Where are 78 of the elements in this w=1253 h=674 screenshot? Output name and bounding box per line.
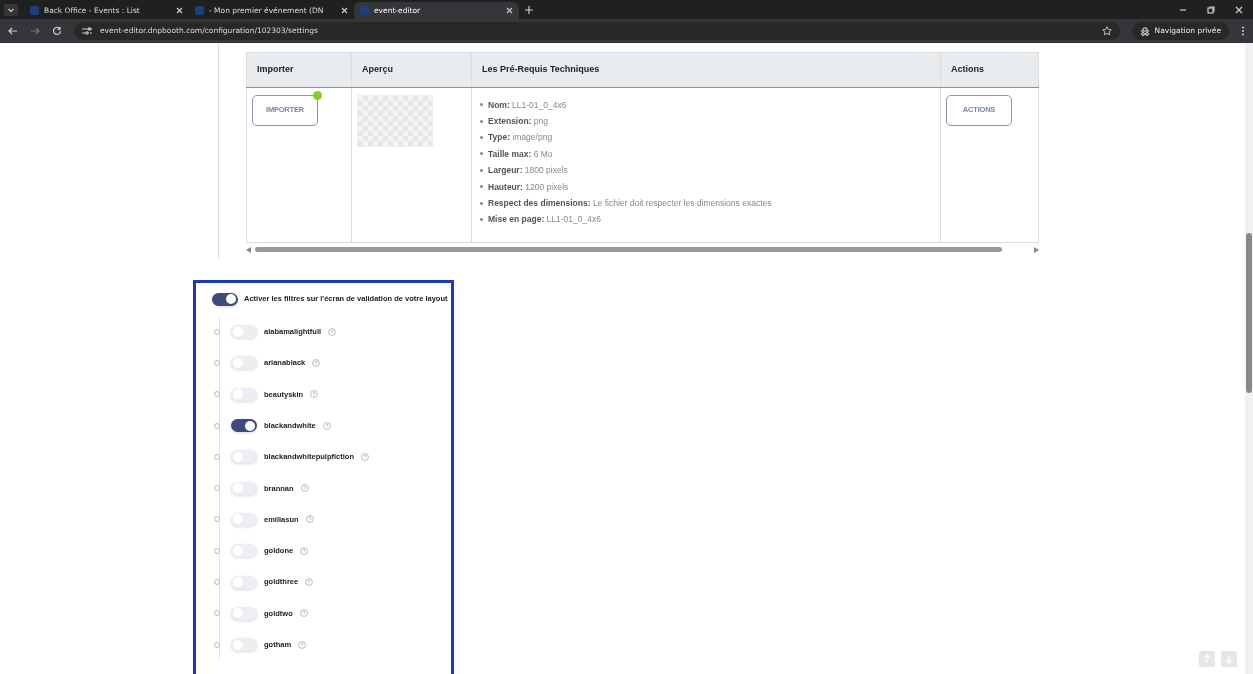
favicon-icon	[195, 6, 204, 15]
star-icon[interactable]	[1101, 26, 1112, 36]
bullet-icon	[480, 185, 483, 189]
restore-icon[interactable]	[1207, 5, 1215, 14]
requirement-item: Extension: png	[488, 114, 548, 128]
radio-circle[interactable]	[214, 328, 220, 335]
radio-circle[interactable]	[214, 641, 220, 648]
reload-icon[interactable]	[52, 26, 62, 36]
bullet-icon	[480, 218, 483, 222]
help-icon[interactable]	[299, 609, 308, 618]
requirement-item: Type: image/png	[488, 131, 553, 145]
incognito-icon	[1139, 26, 1150, 36]
bullet-icon	[480, 168, 483, 172]
menu-icon[interactable]	[1241, 26, 1245, 36]
help-icon[interactable]	[322, 421, 331, 430]
toggle-switch[interactable]	[231, 481, 257, 495]
toggle-switch[interactable]	[231, 387, 257, 401]
toggle-switch[interactable]	[231, 575, 257, 589]
requirement-item: Mise en page: LL1-01_0_4x6	[488, 213, 601, 227]
status-dot	[313, 90, 322, 100]
scroll-down-button[interactable]	[1221, 651, 1237, 667]
site-settings-icon[interactable]	[82, 27, 92, 35]
help-icon[interactable]	[305, 515, 314, 524]
column-header: Aperçu	[351, 52, 472, 87]
close-icon[interactable]	[341, 7, 348, 14]
requirement-item: Largeur: 1800 pixels	[488, 164, 568, 178]
radio-circle[interactable]	[214, 547, 220, 554]
help-icon[interactable]	[300, 546, 309, 555]
help-icon[interactable]	[298, 640, 307, 649]
favicon-icon	[360, 6, 369, 15]
bullet-icon	[480, 136, 483, 139]
radio-circle[interactable]	[214, 516, 220, 523]
scroll-up-button[interactable]	[1199, 651, 1215, 667]
radio-circle[interactable]	[214, 391, 220, 398]
radio-circle[interactable]	[214, 453, 220, 460]
help-icon[interactable]	[361, 452, 369, 461]
favicon-icon	[30, 6, 39, 15]
vertical-scrollbar[interactable]	[1246, 233, 1252, 393]
requirement-item: Nom: LL1-01_0_4x6	[488, 98, 567, 112]
toggle-switch[interactable]	[231, 512, 257, 526]
requirement-item: Hauteur: 1200 pixels	[488, 180, 569, 194]
toggle-switch[interactable]	[212, 292, 238, 306]
radio-circle[interactable]	[214, 485, 220, 492]
close-icon[interactable]	[176, 7, 183, 14]
column-header: Importer	[246, 52, 352, 87]
help-icon[interactable]	[300, 484, 309, 493]
help-icon[interactable]	[305, 578, 314, 586]
help-icon[interactable]	[328, 327, 337, 336]
toggle-switch[interactable]	[231, 419, 257, 433]
tab-list-icon[interactable]	[4, 3, 18, 16]
bullet-icon	[480, 152, 483, 156]
toggle-switch[interactable]	[231, 544, 257, 558]
column-header: Actions	[940, 52, 1039, 87]
close-icon[interactable]	[506, 7, 513, 14]
radio-circle[interactable]	[214, 579, 220, 585]
toggle-switch[interactable]	[231, 450, 257, 464]
radio-circle[interactable]	[214, 359, 220, 366]
help-icon[interactable]	[312, 358, 321, 367]
scroll-left-icon[interactable]	[246, 246, 251, 253]
new-tab-icon[interactable]	[525, 5, 533, 14]
toggle-switch[interactable]	[231, 325, 257, 339]
radio-circle[interactable]	[214, 422, 220, 429]
horizontal-scrollbar[interactable]	[255, 247, 1002, 252]
toggle-switch[interactable]	[231, 638, 257, 652]
close-icon[interactable]	[1235, 5, 1243, 14]
bullet-icon	[480, 201, 483, 205]
requirement-item: Taille max: 6 Mo	[488, 147, 553, 161]
toggle-switch[interactable]	[231, 356, 257, 370]
back-icon[interactable]	[8, 26, 18, 36]
scroll-right-icon[interactable]	[1034, 246, 1039, 253]
column-header: Les Pré-Requis Techniques	[471, 52, 941, 87]
radio-circle[interactable]	[214, 610, 220, 617]
help-icon[interactable]	[310, 390, 319, 399]
bullet-icon	[480, 103, 483, 107]
toggle-switch[interactable]	[231, 606, 257, 620]
forward-icon[interactable]	[30, 26, 40, 36]
bullet-icon	[480, 119, 483, 123]
requirement-item: Respect des dimensions: Le fichier doit respecter les dimensions exactes	[488, 196, 772, 210]
